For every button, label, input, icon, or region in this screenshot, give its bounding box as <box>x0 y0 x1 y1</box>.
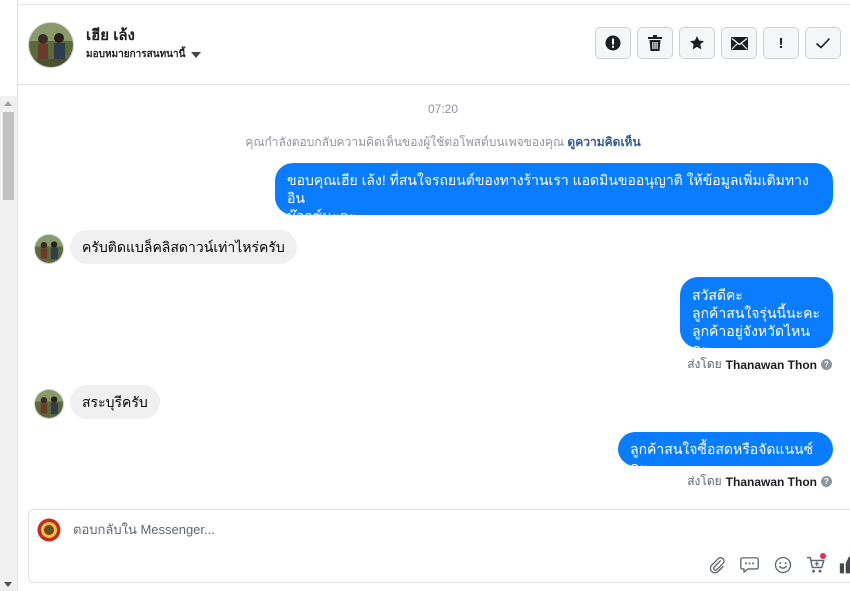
conversation-list-scrollbar[interactable] <box>0 96 17 591</box>
contact-name[interactable]: เฮีย เล้ง <box>86 23 135 47</box>
star-button[interactable] <box>679 27 715 59</box>
message-line: ครับติดแบล็คลิสดาวน์เท่าไหร่ครับ <box>82 239 285 255</box>
contact-avatar-small <box>34 234 64 264</box>
contact-avatar-small <box>34 389 64 419</box>
reply-notice: คุณกำลังตอบกลับความคิดเห็นของผู้ใช้ต่อโพ… <box>18 133 850 152</box>
star-icon <box>690 36 704 50</box>
message-bubble-incoming[interactable]: ครับติดแบล็คลิสดาวน์เท่าไหร่ครับ <box>70 230 297 264</box>
message-line: ลูกค้าอยู่จังหวัดไหนคะ <box>692 323 810 357</box>
message-line: บ๊อกซ์นะคะ <box>287 208 357 224</box>
message-line: สระบุรีครับ <box>82 394 148 410</box>
delete-button[interactable] <box>637 27 673 59</box>
message-line: ขอบคุณเฮีย เล้ง! ที่สนใจรถยนต์ของทางร้าน… <box>287 172 809 206</box>
sent-by-prefix: ส่งโดย <box>687 357 722 371</box>
message-bubble-outgoing[interactable]: ลูกค้าสนใจซื้อสดหรือจัดแนนซ์คะ <box>618 432 833 475</box>
message-timestamp: 07:20 <box>427 102 459 116</box>
conversation-header: เฮีย เล้ง มอบหมายการสนทนานี้ ! <box>18 5 850 85</box>
view-comment-link[interactable]: ดูความคิดเห็น <box>567 135 640 149</box>
contact-avatar[interactable] <box>28 22 74 68</box>
message-bubble-outgoing[interactable]: ขอบคุณเฮีย เล้ง! ที่สนใจรถยนต์ของทางร้าน… <box>275 163 833 224</box>
message-line: ลูกค้าสนใจซื้อสดหรือจัดแนนซ์คะ <box>630 441 814 475</box>
mark-unread-button[interactable] <box>721 27 757 59</box>
sender-name[interactable]: Thanawan Thon <box>726 475 817 489</box>
assign-conversation-dropdown[interactable]: มอบหมายการสนทนานี้ <box>86 47 202 62</box>
notification-dot <box>820 553 826 559</box>
mark-spam-button[interactable] <box>595 27 631 59</box>
message-bubble-incoming[interactable]: สระบุรีครับ <box>70 385 160 419</box>
emoji-icon <box>774 556 791 573</box>
help-icon[interactable]: ? <box>821 359 832 370</box>
sender-name[interactable]: Thanawan Thon <box>726 358 817 372</box>
mark-done-button[interactable] <box>805 27 841 59</box>
paperclip-icon <box>709 556 725 574</box>
composer-toolbar <box>705 553 850 576</box>
message-bubble-outgoing[interactable]: สวัสดีคะ ลูกค้าสนใจรุ่นนี้นะคะ ลูกค้าอยู… <box>680 277 833 357</box>
emoji-button[interactable] <box>771 553 794 576</box>
help-icon[interactable]: ? <box>821 476 832 487</box>
page-logo-icon <box>37 518 61 542</box>
exclamation-icon: ! <box>778 34 784 52</box>
envelope-icon <box>730 36 748 50</box>
saved-replies-button[interactable] <box>738 553 761 576</box>
conversation-toolbar: ! <box>595 27 841 59</box>
assign-label: มอบหมายการสนทนานี้ <box>86 49 186 60</box>
like-button[interactable] <box>837 553 850 576</box>
reply-notice-text: คุณกำลังตอบกลับความคิดเห็นของผู้ใช้ต่อโพ… <box>245 135 565 149</box>
check-icon <box>815 37 831 49</box>
scroll-down-arrow-icon[interactable] <box>4 582 12 587</box>
message-line: ลูกค้าสนใจรุ่นนี้นะคะ <box>692 305 821 321</box>
alert-circle-icon <box>605 35 621 51</box>
sent-by-label: ส่งโดย Thanawan Thon ? <box>687 472 832 491</box>
sent-by-prefix: ส่งโดย <box>687 474 722 488</box>
attach-button[interactable] <box>705 553 728 576</box>
reply-composer <box>28 509 850 583</box>
follow-up-button[interactable]: ! <box>763 27 799 59</box>
saved-reply-icon <box>740 556 759 573</box>
trash-icon <box>648 35 662 51</box>
sent-by-label: ส่งโดย Thanawan Thon ? <box>687 355 832 374</box>
scroll-up-arrow-icon[interactable] <box>4 101 12 106</box>
scrollbar-thumb[interactable] <box>3 112 14 200</box>
shop-button[interactable] <box>804 553 827 576</box>
reply-input[interactable] <box>73 522 673 537</box>
message-line: สวัสดีคะ <box>692 287 743 303</box>
caret-down-icon <box>191 52 202 58</box>
like-icon <box>839 556 850 573</box>
